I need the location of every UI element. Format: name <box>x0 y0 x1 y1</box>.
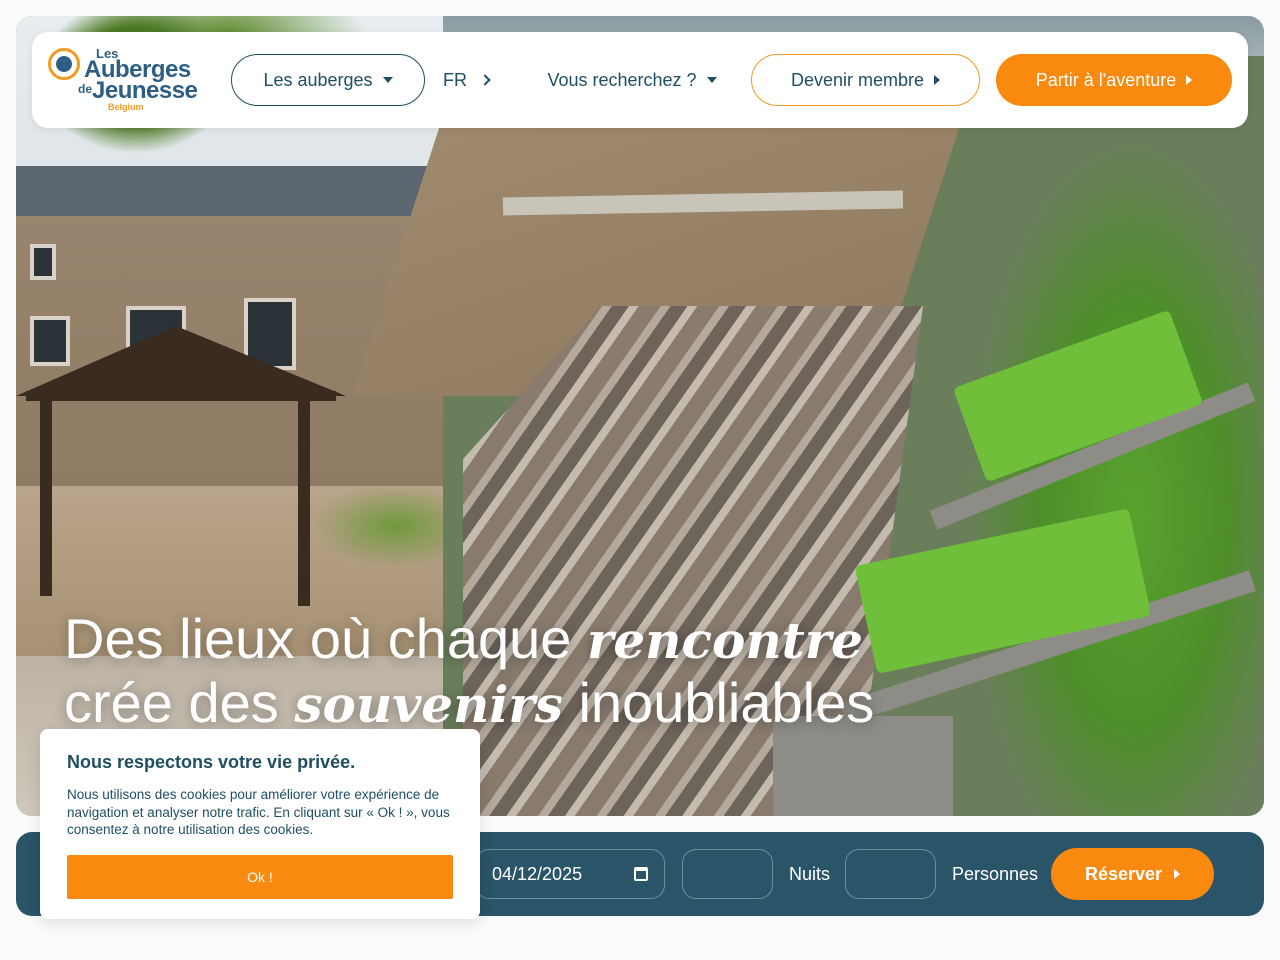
caret-down-icon <box>382 77 393 83</box>
cookie-accept-button[interactable]: Ok ! <box>67 855 453 899</box>
caret-right-icon <box>1186 75 1193 85</box>
headline-text: inoubliables <box>562 671 875 734</box>
cookie-title: Nous respectons votre vie privée. <box>67 752 356 772</box>
logo-text-country: Belgium <box>108 102 144 112</box>
arrival-date-input[interactable]: 04/12/2025 <box>475 849 665 899</box>
nights-label: Nuits <box>789 864 831 884</box>
nights-input[interactable] <box>682 849 773 899</box>
hostels-menu-button[interactable]: Les auberges <box>231 54 425 106</box>
language-label: FR <box>443 69 467 90</box>
hero-headline: Des lieux où chaque rencontre crée des s… <box>64 608 884 736</box>
top-navbar: Les Auberges de Jeunesse Belgium Les aub… <box>32 32 1248 128</box>
become-member-label: Devenir membre <box>790 69 925 90</box>
headline-line-1: Des lieux où chaque rencontre <box>64 608 884 672</box>
caret-right-icon <box>1174 869 1181 879</box>
gazebo-roof <box>16 326 346 396</box>
logo-icon <box>48 48 80 80</box>
hostel-roof <box>16 166 443 216</box>
reserve-label: Réserver <box>1084 863 1163 884</box>
arrival-date-value: 04/12/2025 <box>492 863 583 884</box>
headline-line-2: crée des souvenirs inoubliables <box>64 672 884 736</box>
caret-down-icon <box>706 77 717 83</box>
caret-right-icon <box>934 75 941 85</box>
hostel-window <box>30 244 56 280</box>
grass-patch <box>16 486 443 606</box>
hostels-menu-label: Les auberges <box>263 69 373 90</box>
adventure-label: Partir à l'aventure <box>1035 69 1177 90</box>
chevron-right-icon <box>479 74 491 86</box>
logo-text-jeunesse: Jeunesse <box>92 77 198 104</box>
headline-text: Des lieux où chaque <box>64 607 588 670</box>
search-menu-label: Vous recherchez ? <box>547 69 697 90</box>
persons-label: Personnes <box>952 864 1039 884</box>
headline-emphasis: souvenirs <box>294 675 563 734</box>
calendar-icon[interactable] <box>634 867 648 881</box>
reserve-button[interactable]: Réserver <box>1051 848 1214 900</box>
adventure-button[interactable]: Partir à l'aventure <box>996 54 1232 106</box>
cookie-consent-banner: Nous respectons votre vie privée. Nous u… <box>40 729 480 919</box>
headline-emphasis: rencontre <box>587 611 863 670</box>
cookie-text: Nous utilisons des cookies pour améliore… <box>67 787 450 837</box>
site-logo[interactable]: Les Auberges de Jeunesse Belgium <box>48 46 208 116</box>
headline-text: crée des <box>64 671 295 734</box>
gazebo-beam <box>26 391 336 401</box>
search-menu-button[interactable]: Vous recherchez ? <box>532 54 732 106</box>
logo-text-de: de <box>78 82 93 96</box>
language-selector[interactable]: FR <box>436 54 496 106</box>
become-member-button[interactable]: Devenir membre <box>751 54 980 106</box>
persons-input[interactable] <box>845 849 936 899</box>
